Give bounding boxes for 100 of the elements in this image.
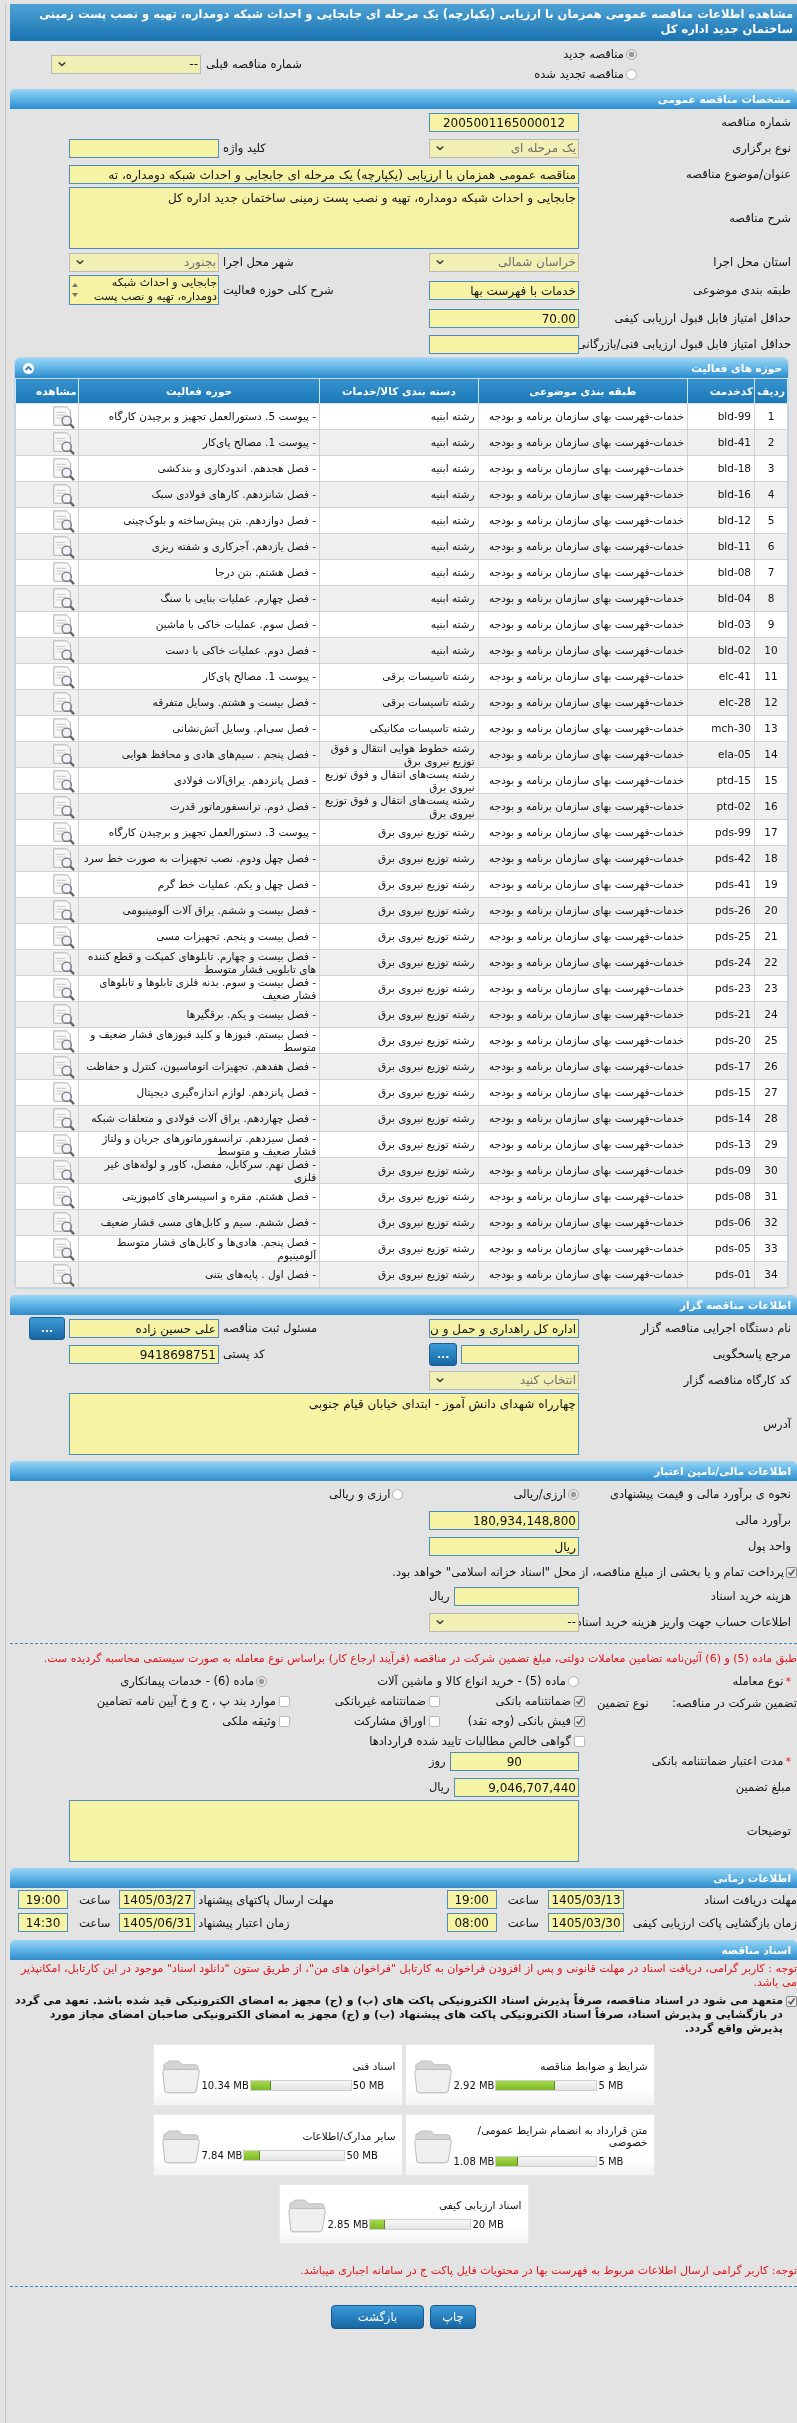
text-area[interactable]: جابجایی و احداث شبکه دومداره، تهیه و نصب پست زمینی ساختمان جدید اداره کل	[69, 187, 579, 249]
input-field[interactable]: 70.00	[429, 308, 579, 328]
document-search-icon[interactable]	[50, 768, 75, 793]
document-search-icon[interactable]	[50, 612, 75, 637]
document-search-icon[interactable]	[50, 820, 75, 845]
time-field[interactable]: 19:00	[18, 1890, 68, 1909]
table-cell: خدمات-فهرست بهای سازمان برنامه و بودجه	[478, 1183, 688, 1210]
document-search-icon[interactable]	[50, 508, 75, 533]
document-search-icon[interactable]	[50, 950, 75, 975]
document-search-icon[interactable]	[50, 1262, 75, 1287]
radio-button[interactable]	[392, 1488, 404, 1500]
document-search-icon[interactable]	[50, 1210, 75, 1235]
document-search-icon[interactable]	[50, 1184, 75, 1209]
input-field[interactable]	[461, 1344, 579, 1364]
table-cell: bld-04	[687, 585, 755, 612]
input-field[interactable]: مناقصه عمومی همزمان با ارزیابی (یکپارچه) یک مرحله ای جابجایی و احداث شبکه دومداره، ته	[69, 164, 579, 184]
checkbox[interactable]	[279, 1715, 290, 1727]
time-field[interactable]: 14:30	[18, 1913, 68, 1932]
more-button[interactable]: ...	[429, 1342, 458, 1366]
document-search-icon[interactable]	[50, 534, 75, 559]
table-cell: رشته توزیع نیروی برق	[319, 1001, 479, 1028]
print-button[interactable]: چاپ	[430, 2305, 476, 2329]
document-search-icon[interactable]	[50, 1028, 75, 1053]
input-field[interactable]: علی حسین زاده	[69, 1318, 219, 1338]
document-search-icon[interactable]	[50, 1080, 75, 1105]
document-search-icon[interactable]	[50, 1054, 75, 1079]
date-field[interactable]: 1405/03/30	[548, 1913, 624, 1932]
date-field[interactable]: 1405/06/31	[119, 1913, 196, 1932]
input-field[interactable]: 90	[449, 1751, 579, 1771]
document-search-icon[interactable]	[50, 794, 75, 819]
input-field[interactable]: 180,934,148,800	[429, 1510, 579, 1530]
table-cell: خدمات-فهرست بهای سازمان برنامه و بودجه	[478, 1261, 688, 1288]
more-button[interactable]: ...	[29, 1316, 65, 1340]
input-field[interactable]	[429, 334, 579, 354]
time-field[interactable]: 08:00	[446, 1913, 497, 1932]
document-search-icon[interactable]	[50, 1158, 75, 1183]
table-cell: خدمات-فهرست بهای سازمان برنامه و بودجه	[478, 793, 688, 820]
document-search-icon[interactable]	[50, 1132, 75, 1157]
caret-icon	[435, 258, 445, 266]
checkbox[interactable]	[429, 1715, 440, 1727]
document-search-icon[interactable]	[50, 404, 75, 429]
input-field[interactable]: 9418698751	[69, 1344, 219, 1364]
document-search-icon[interactable]	[50, 846, 75, 871]
radio-button[interactable]	[568, 1488, 579, 1500]
field-label: شماره مناقصه قبلی	[206, 57, 302, 71]
input-field[interactable]: خدمات با فهرست بها	[429, 280, 579, 300]
dropdown[interactable]: --	[429, 1612, 579, 1632]
input-field[interactable]	[69, 138, 219, 158]
document-search-icon[interactable]	[50, 1002, 75, 1027]
document-search-icon[interactable]	[50, 690, 75, 715]
collapse-toggle[interactable]	[23, 362, 34, 374]
document-search-icon[interactable]	[50, 898, 75, 923]
field-label: شرح کلی حوزه فعالیت	[223, 283, 334, 297]
checkbox[interactable]	[574, 1695, 585, 1707]
document-search-icon[interactable]	[50, 872, 75, 897]
document-search-icon[interactable]	[50, 1236, 75, 1261]
document-search-icon[interactable]	[50, 482, 75, 507]
table-cell: 3	[754, 455, 788, 482]
input-field[interactable]: 9,046,707,440	[453, 1777, 579, 1797]
document-search-icon[interactable]	[50, 976, 75, 1001]
document-search-icon[interactable]	[50, 560, 75, 585]
document-search-icon[interactable]	[50, 430, 75, 455]
radio-button[interactable]	[568, 1675, 579, 1687]
checkbox[interactable]	[429, 1695, 440, 1707]
input-field[interactable]	[453, 1586, 579, 1606]
text-area[interactable]: چهارراه شهدای دانش آموز - ابتدای خیابان قیام جنوبی	[69, 1393, 579, 1455]
document-search-icon[interactable]	[50, 664, 75, 689]
radio-button[interactable]	[256, 1675, 268, 1687]
table-cell: 14	[754, 741, 788, 768]
table-cell: رشته توزیع نیروی برق	[319, 1261, 479, 1288]
document-search-icon[interactable]	[50, 924, 75, 949]
text-area[interactable]	[69, 1800, 579, 1862]
back-button[interactable]: بازگشت	[331, 2305, 424, 2329]
checkbox[interactable]	[786, 1566, 797, 1578]
table-cell: pds-06	[687, 1209, 755, 1236]
table-cell: 21	[754, 923, 788, 950]
checkbox[interactable]	[574, 1735, 585, 1747]
field-label: مهلت ارسال پاکتهای پیشنهاد	[198, 1892, 334, 1907]
table-cell: - فصل بیست و یکم. برقگیرها	[78, 1001, 320, 1028]
table-cell: bld-18	[687, 455, 755, 482]
date-field[interactable]: 1405/03/13	[548, 1890, 624, 1909]
input-field[interactable]: 2005001165000012	[429, 112, 579, 132]
dropdown[interactable]: --	[51, 54, 201, 74]
input-field[interactable]: اداره کل راهداری و حمل و ن	[429, 1318, 579, 1338]
radio-button[interactable]	[626, 68, 637, 80]
document-search-icon[interactable]	[50, 456, 75, 481]
checkbox[interactable]	[574, 1715, 585, 1727]
time-field[interactable]: 19:00	[446, 1890, 497, 1909]
input-field[interactable]: ریال	[429, 1536, 579, 1556]
table-cell: - فصل نهم. سرکابل، مفصل، کاور و لوله‌های غیر فلزی	[78, 1157, 320, 1184]
document-search-icon[interactable]	[50, 586, 75, 611]
checkbox[interactable]	[279, 1695, 290, 1707]
document-search-icon[interactable]	[50, 742, 75, 767]
document-search-icon[interactable]	[50, 716, 75, 741]
list-box[interactable]: جابجایی و احداث شبکه دومداره، تهیه و نصب پست	[69, 275, 219, 305]
date-field[interactable]: 1405/03/27	[119, 1890, 196, 1909]
document-search-icon[interactable]	[50, 638, 75, 663]
radio-button[interactable]	[626, 48, 637, 60]
checkbox[interactable]	[786, 1996, 797, 2007]
document-search-icon[interactable]	[50, 1106, 75, 1131]
